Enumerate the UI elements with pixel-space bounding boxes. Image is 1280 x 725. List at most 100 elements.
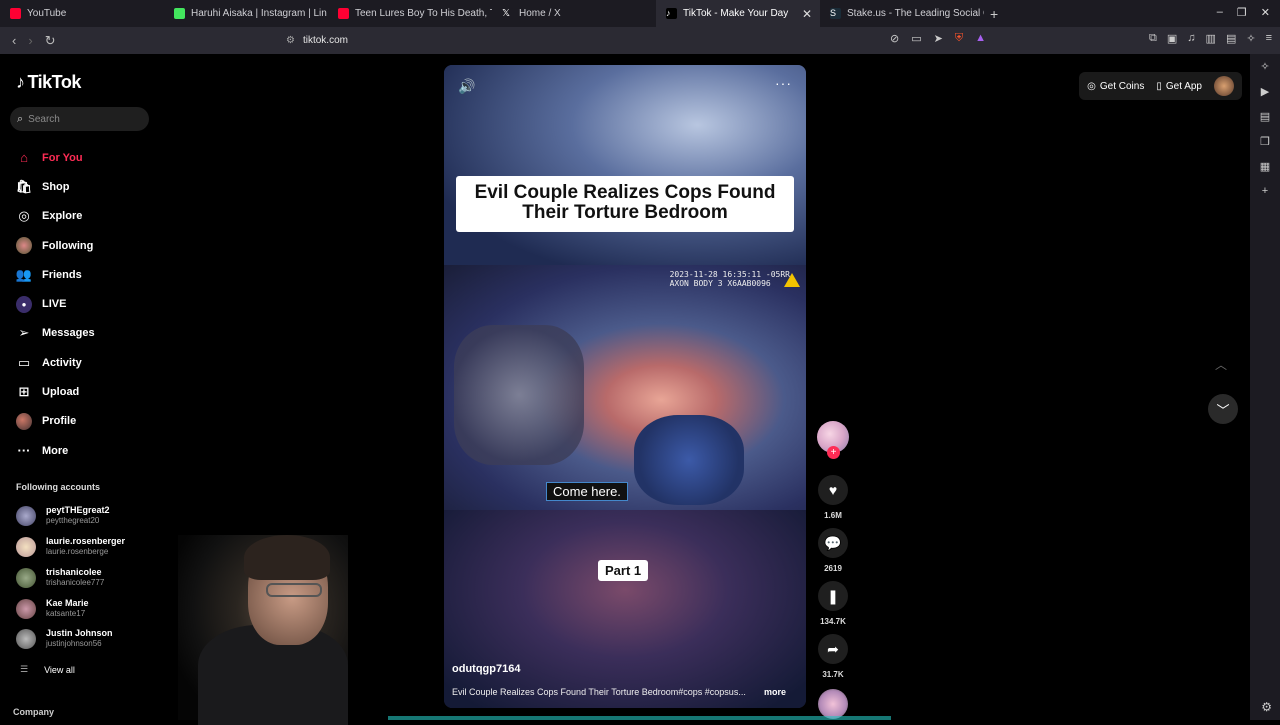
extensions-icon[interactable]: ⧉ bbox=[1149, 32, 1157, 45]
bookmark-icon[interactable]: ❚ bbox=[818, 581, 848, 611]
get-coins-button[interactable]: ◎ Get Coins bbox=[1087, 81, 1144, 92]
comment-icon[interactable]: 💬 bbox=[818, 528, 848, 558]
nav-label: Activity bbox=[42, 356, 82, 369]
settings-gear-icon[interactable]: ⚙ bbox=[1261, 700, 1272, 714]
following-account[interactable]: laurie.rosenberger laurie.rosenberge bbox=[16, 536, 125, 557]
account-name: trishanicolee bbox=[46, 567, 102, 577]
nav-messages[interactable]: ➢ Messages bbox=[16, 319, 95, 348]
sidebar-toggle-icon[interactable]: ▥ bbox=[1206, 32, 1216, 45]
heart-icon[interactable]: ♥ bbox=[818, 475, 848, 505]
wallet-icon[interactable]: ▤ bbox=[1226, 32, 1236, 45]
wallet-icon[interactable]: ▤ bbox=[1260, 110, 1270, 123]
account-handle: peytthegreat20 bbox=[46, 516, 100, 525]
following-account[interactable]: Kae Marie katsante17 bbox=[16, 598, 89, 619]
bookmark-action[interactable]: ❚ 134.7K bbox=[818, 581, 848, 626]
nav-following[interactable]: Following bbox=[16, 231, 95, 260]
get-app-button[interactable]: ▯ Get App bbox=[1156, 81, 1202, 92]
bookmarks-icon[interactable]: ❒ bbox=[1260, 135, 1270, 148]
creator-avatar[interactable]: + bbox=[817, 421, 849, 459]
restore-icon[interactable]: ❐ bbox=[1237, 6, 1247, 19]
video-icon[interactable]: ▶ bbox=[1261, 85, 1269, 98]
nav-profile[interactable]: Profile bbox=[16, 407, 95, 436]
tiktok-note-icon: ♪ bbox=[16, 72, 25, 92]
share-icon[interactable]: ➦ bbox=[818, 634, 848, 664]
video-username[interactable]: odutqgp7164 bbox=[452, 663, 520, 675]
nav-label: Upload bbox=[42, 386, 80, 399]
tab-x-home[interactable]: 𝕏 Home / X bbox=[492, 0, 656, 27]
media-icon[interactable]: ♫ bbox=[1187, 32, 1195, 45]
nav-shop[interactable]: 🛍 Shop bbox=[16, 172, 95, 201]
following-account[interactable]: trishanicolee trishanicolee777 bbox=[16, 567, 104, 588]
video-progress-bar[interactable] bbox=[388, 716, 891, 720]
account-handle: trishanicolee777 bbox=[46, 578, 105, 587]
volume-icon[interactable]: 🔊 bbox=[458, 78, 475, 95]
nav-activity[interactable]: ▭ Activity bbox=[16, 348, 95, 377]
close-window-icon[interactable]: ✕ bbox=[1261, 6, 1270, 19]
compass-icon: ◎ bbox=[18, 208, 30, 224]
tiktok-logo[interactable]: ♪ TikTok bbox=[16, 72, 81, 93]
previous-video-icon[interactable]: ︿ bbox=[1212, 356, 1230, 374]
nav-friends[interactable]: 👥 Friends bbox=[16, 260, 95, 289]
nav-upload[interactable]: ⊞ Upload bbox=[16, 377, 95, 406]
nav-label: LIVE bbox=[42, 298, 67, 311]
view-all-label: View all bbox=[44, 664, 75, 675]
share-action[interactable]: ➦ 31.7K bbox=[818, 634, 848, 679]
header-actions: ◎ Get Coins ▯ Get App bbox=[1079, 72, 1242, 100]
like-action[interactable]: ♥ 1.6M bbox=[818, 475, 848, 520]
company-link[interactable]: Company bbox=[13, 707, 54, 717]
follow-plus-icon[interactable]: + bbox=[827, 446, 840, 459]
bodycam-timestamp: 2023-11-28 16:35:11 -05RR AXON BODY 3 X6… bbox=[670, 270, 790, 288]
nav-explore[interactable]: ◎ Explore bbox=[16, 202, 95, 231]
tab-groups-icon[interactable]: ▣ bbox=[1167, 32, 1177, 45]
back-icon[interactable]: ‹ bbox=[12, 33, 16, 48]
url-field[interactable]: ⚙ tiktok.com bbox=[258, 30, 998, 51]
reading-list-icon[interactable]: ▦ bbox=[1260, 160, 1270, 173]
tab-tiktok[interactable]: ♪ TikTok - Make Your Day ✕ bbox=[656, 0, 820, 27]
tab-title: TikTok - Make Your Day bbox=[683, 8, 789, 19]
tab-stake[interactable]: S Stake.us - The Leading Social Ca bbox=[820, 0, 984, 27]
search-icon: ⌕ bbox=[17, 112, 24, 125]
new-tab-icon[interactable]: + bbox=[990, 6, 998, 22]
brave-shield-icon[interactable]: ⛨ bbox=[955, 32, 963, 45]
following-account[interactable]: peytTHEgreat2 peytthegreat20 bbox=[16, 505, 110, 526]
forward-icon[interactable]: › bbox=[28, 33, 32, 48]
video-player[interactable]: 2023-11-28 16:35:11 -05RR AXON BODY 3 X6… bbox=[444, 65, 806, 708]
nav-for-you[interactable]: ⌂ For You bbox=[16, 143, 95, 172]
tab-instagram[interactable]: Haruhi Aisaka | Instagram | Lin bbox=[164, 0, 328, 27]
minimize-icon[interactable]: – bbox=[1217, 6, 1223, 19]
no-tracking-icon[interactable]: ⊘ bbox=[890, 32, 899, 45]
menu-icon[interactable]: ≡ bbox=[1266, 32, 1272, 45]
avatar bbox=[16, 567, 36, 588]
video-description: Evil Couple Realizes Cops Found Their To… bbox=[452, 687, 798, 697]
add-panel-icon[interactable]: + bbox=[1262, 185, 1268, 197]
leo-icon[interactable]: ✧ bbox=[1246, 32, 1255, 45]
cast-icon[interactable]: ▭ bbox=[911, 32, 921, 45]
more-options-icon[interactable]: ··· bbox=[775, 75, 792, 91]
tab-teen-lures[interactable]: Teen Lures Boy To His Death, Th bbox=[328, 0, 492, 27]
brave-rewards-icon[interactable]: ▲ bbox=[975, 32, 986, 45]
reload-icon[interactable]: ↻ bbox=[45, 33, 56, 49]
user-avatar[interactable] bbox=[1214, 76, 1234, 96]
description-more-button[interactable]: more bbox=[764, 687, 786, 697]
nav-label: For You bbox=[42, 151, 83, 164]
tab-youtube[interactable]: YouTube bbox=[0, 0, 164, 27]
nav-label: Shop bbox=[42, 180, 70, 193]
leo-ai-icon[interactable]: ✧ bbox=[1260, 60, 1269, 73]
site-info-icon[interactable]: ⚙ bbox=[286, 35, 295, 46]
home-icon: ⌂ bbox=[20, 150, 28, 166]
send-icon[interactable]: ➤ bbox=[934, 32, 943, 45]
nav-live[interactable]: ● LIVE bbox=[16, 289, 95, 318]
music-disc-avatar[interactable] bbox=[818, 689, 848, 719]
video-overlay-title: Evil Couple Realizes Cops Found Their To… bbox=[456, 176, 794, 232]
following-account[interactable]: Justin Johnson justinjohnson56 bbox=[16, 628, 113, 649]
nav-more[interactable]: ··· More bbox=[16, 436, 95, 465]
close-tab-icon[interactable]: ✕ bbox=[802, 7, 812, 21]
activity-icon: ▭ bbox=[17, 354, 31, 370]
search-input[interactable]: ⌕ Search bbox=[10, 107, 149, 131]
view-all-button[interactable]: ☰ View all bbox=[20, 664, 75, 675]
video-actions: + ♥ 1.6M 💬 2619 ❚ 134.7K ➦ 31.7K bbox=[816, 421, 850, 719]
following-accounts-header: Following accounts bbox=[16, 482, 101, 492]
address-actions: ⊘ ▭ ➤ ⛨ ▲ bbox=[890, 32, 986, 45]
comment-action[interactable]: 💬 2619 bbox=[818, 528, 848, 573]
next-video-icon[interactable]: ﹀ bbox=[1208, 394, 1238, 424]
